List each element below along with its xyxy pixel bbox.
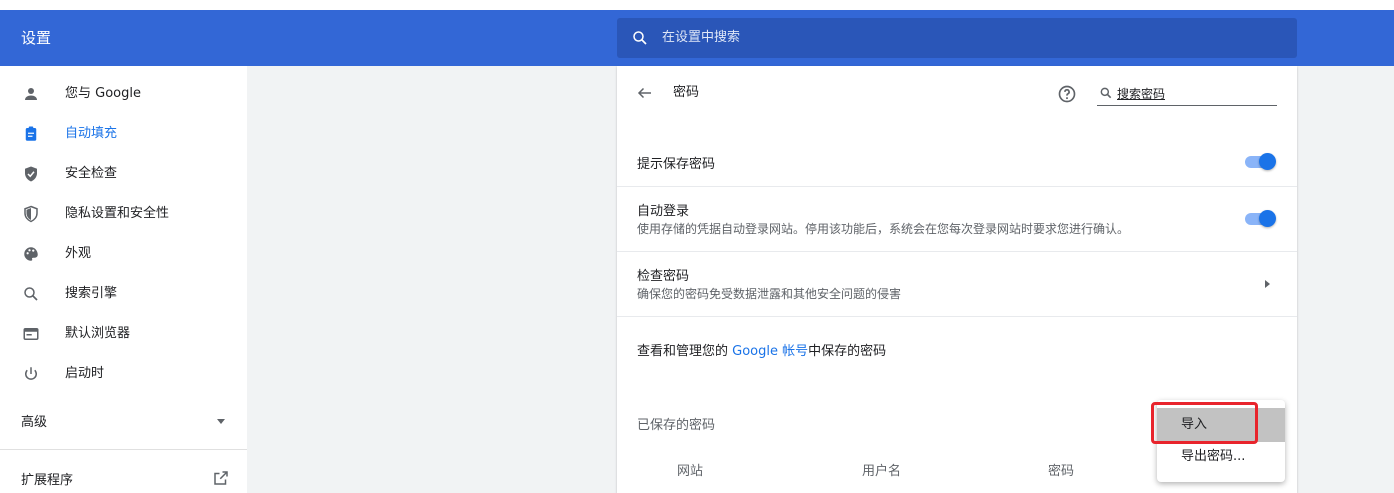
shield-check-icon <box>25 166 37 182</box>
open-in-new-icon[interactable] <box>212 469 230 487</box>
arrow-right-icon <box>1265 280 1270 288</box>
manage-passwords-text: 查看和管理您的 Google 帐号中保存的密码 <box>637 340 886 359</box>
help-icon[interactable] <box>1057 84 1077 104</box>
sidebar-item-label: 隐私设置和安全性 <box>65 206 170 221</box>
palette-icon <box>24 247 38 261</box>
saved-passwords-heading: 已保存的密码 <box>637 418 716 433</box>
sidebar-item-label: 您与 Google <box>65 86 141 101</box>
sidebar-item-privacy[interactable]: 隐私设置和安全性 <box>0 194 247 234</box>
settings-header: 设置 在设置中搜索 <box>0 10 1394 66</box>
sidebar-item-label: 安全检查 <box>65 166 118 181</box>
browser-window-icon <box>23 328 39 340</box>
sidebar-divider <box>0 449 247 450</box>
manage-suffix: 中保存的密码 <box>808 344 887 359</box>
sidebar-item-label: 外观 <box>65 246 92 261</box>
sidebar-extensions[interactable]: 扩展程序 <box>21 469 73 488</box>
manage-prefix: 查看和管理您的 <box>637 344 733 359</box>
sidebar-item-label: 默认浏览器 <box>65 326 131 341</box>
sidebar-item-autofill[interactable]: 自动填充 <box>0 114 247 154</box>
chevron-down-icon[interactable] <box>217 419 225 424</box>
password-search-label: 搜索密码 <box>1117 87 1166 101</box>
search-icon <box>633 31 647 45</box>
sidebar-item-search-engine[interactable]: 搜索引擎 <box>0 274 247 314</box>
passwords-title: 密码 <box>673 85 700 100</box>
offer-to-save-toggle[interactable] <box>1245 153 1277 170</box>
auto-signin-description: 使用存储的凭据自动登录网站。停用该功能后，系统会在您每次登录网站时要求您进行确认… <box>637 222 1130 236</box>
sidebar-item-label: 搜索引擎 <box>65 286 118 301</box>
page-title: 设置 <box>21 29 52 47</box>
menu-item-export[interactable]: 导出密码... <box>1157 440 1285 474</box>
shield-half-icon <box>24 205 38 223</box>
power-icon <box>25 367 37 380</box>
row-divider <box>617 251 1297 252</box>
sidebar-item-safety-check[interactable]: 安全检查 <box>0 154 247 194</box>
check-passwords-row[interactable]: 检查密码 确保您的密码免受数据泄露和其他安全问题的侵害 <box>617 251 1297 317</box>
offer-to-save-label: 提示保存密码 <box>637 157 716 172</box>
back-arrow-icon[interactable] <box>636 84 654 102</box>
auto-signin-title: 自动登录 <box>637 204 690 219</box>
clipboard-icon <box>25 126 37 141</box>
sidebar-item-on-startup[interactable]: 启动时 <box>0 354 247 394</box>
auto-signin-toggle[interactable] <box>1245 210 1277 227</box>
sidebar-item-default-browser[interactable]: 默认浏览器 <box>0 314 247 354</box>
sidebar: 您与 Google 自动填充 安全检查 隐私设置和安全性 外观 搜索引擎 默认浏… <box>0 66 247 493</box>
sidebar-item-label: 自动填充 <box>65 126 118 141</box>
search-placeholder: 在设置中搜索 <box>662 30 741 45</box>
settings-search-input[interactable]: 在设置中搜索 <box>617 18 1297 58</box>
sidebar-item-appearance[interactable]: 外观 <box>0 234 247 274</box>
column-header-username: 用户名 <box>862 464 902 479</box>
section-divider <box>617 316 1297 317</box>
password-search-input[interactable]: 搜索密码 <box>1097 82 1277 106</box>
auto-signin-row: 自动登录 使用存储的凭据自动登录网站。停用该功能后，系统会在您每次登录网站时要求… <box>617 186 1297 252</box>
sidebar-item-you-and-google[interactable]: 您与 Google <box>0 74 247 114</box>
row-divider <box>617 186 1297 187</box>
menu-item-export-label: 导出密码... <box>1181 449 1246 464</box>
highlight-box <box>1151 402 1258 444</box>
search-icon <box>1100 87 1112 99</box>
sidebar-item-label: 启动时 <box>65 366 105 381</box>
column-header-password: 密码 <box>1048 464 1075 479</box>
top-strip <box>0 0 1394 10</box>
search-icon <box>24 287 38 301</box>
check-passwords-title: 检查密码 <box>637 269 690 284</box>
sidebar-advanced[interactable]: 高级 <box>21 411 47 430</box>
column-header-website: 网站 <box>677 464 704 479</box>
offer-to-save-row: 提示保存密码 <box>617 136 1297 186</box>
check-passwords-description: 确保您的密码免受数据泄露和其他安全问题的侵害 <box>637 287 902 301</box>
person-icon <box>25 88 37 100</box>
google-account-link[interactable]: Google 帐号 <box>732 344 808 359</box>
